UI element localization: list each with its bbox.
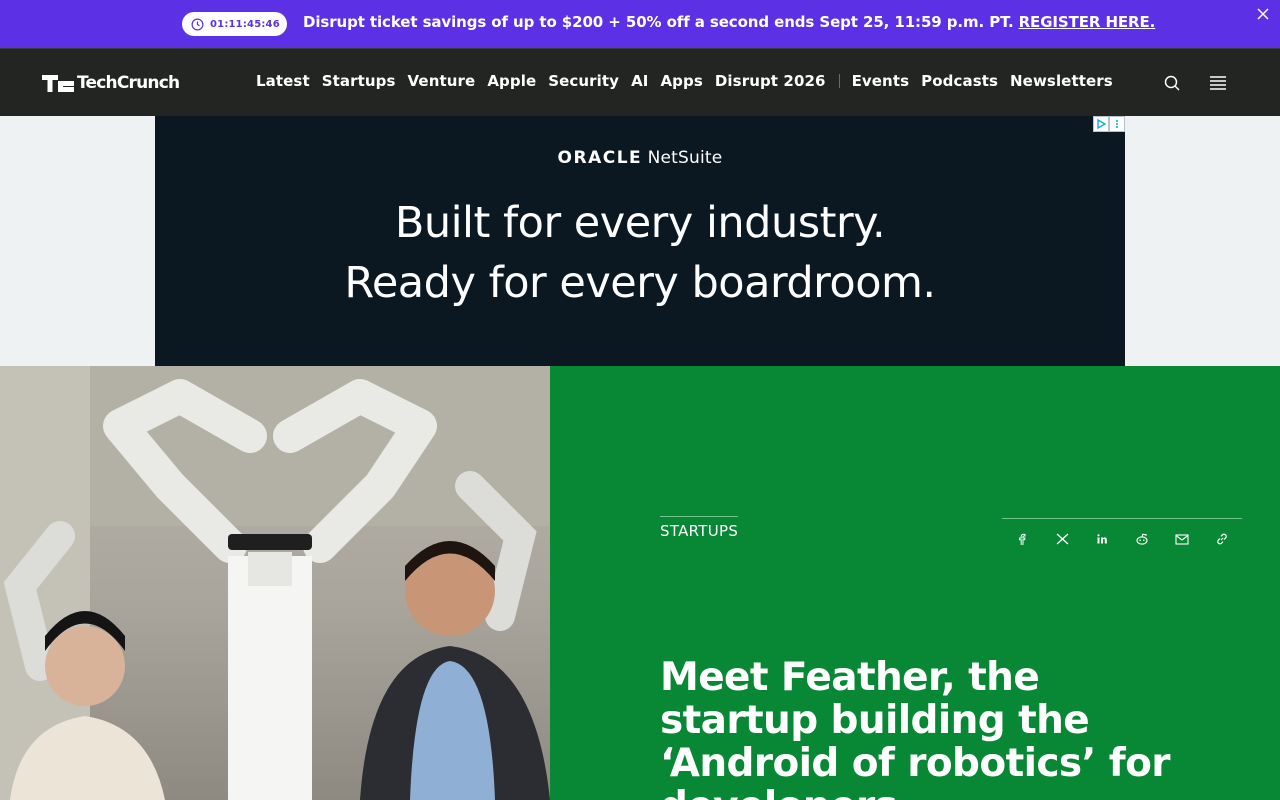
reddit-icon <box>1136 533 1148 545</box>
linkedin-icon <box>1097 534 1107 544</box>
nav-disrupt-2026[interactable]: Disrupt 2026 <box>715 72 826 90</box>
search-icon[interactable] <box>1163 74 1181 92</box>
ad-brand-netsuite: NetSuite <box>647 148 723 168</box>
robot-founders-illustration <box>0 366 550 800</box>
adchoices-icon[interactable] <box>1093 116 1109 132</box>
link-icon <box>1217 533 1227 545</box>
countdown-timer: 01:11:45:46 <box>210 18 280 30</box>
nav-podcasts[interactable]: Podcasts <box>921 72 998 90</box>
nav-apple[interactable]: Apple <box>487 72 536 90</box>
promo-text: Disrupt ticket savings of up to $200 + 5… <box>303 13 1155 31</box>
nav-latest[interactable]: Latest <box>256 72 310 90</box>
nav-ai[interactable]: AI <box>631 72 648 90</box>
promo-message: Disrupt ticket savings of up to $200 + 5… <box>303 13 1014 31</box>
nav-apps[interactable]: Apps <box>660 72 702 90</box>
close-icon[interactable] <box>1256 7 1270 21</box>
copy-link-button[interactable] <box>1202 531 1242 547</box>
share-linkedin-button[interactable] <box>1082 531 1122 547</box>
tc-logo-icon <box>42 74 74 92</box>
article-header-panel: STARTUPS Meet Feather, the startup build… <box>550 366 1280 800</box>
article-hero-image <box>0 366 550 800</box>
clock-icon <box>191 18 204 30</box>
nav-security[interactable]: Security <box>548 72 619 90</box>
logo-wordmark: TechCrunch <box>77 73 180 93</box>
nav-startups[interactable]: Startups <box>322 72 396 90</box>
hamburger-menu-icon[interactable] <box>1209 74 1227 92</box>
techcrunch-logo[interactable]: TechCrunch <box>42 73 180 93</box>
countdown-badge: 01:11:45:46 <box>182 12 287 36</box>
x-icon <box>1056 533 1068 545</box>
nav-newsletters[interactable]: Newsletters <box>1010 72 1113 90</box>
email-icon <box>1175 533 1189 545</box>
category-link[interactable]: STARTUPS <box>660 516 739 540</box>
share-reddit-button[interactable] <box>1122 531 1162 547</box>
facebook-icon <box>1019 533 1026 545</box>
nav-divider <box>838 74 840 88</box>
share-facebook-button[interactable] <box>1002 531 1042 547</box>
ad-options-icon[interactable] <box>1109 116 1125 132</box>
ad-headline-line1: Built for every industry. <box>394 198 886 248</box>
promo-banner: 01:11:45:46 Disrupt ticket savings of up… <box>0 0 1280 48</box>
ad-choices-badge[interactable] <box>1093 116 1125 132</box>
ad-headline-line2: Ready for every boardroom. <box>344 258 936 308</box>
share-x-button[interactable] <box>1042 531 1082 547</box>
main-nav: Latest Startups Venture Apple Security A… <box>256 72 1125 90</box>
nav-events[interactable]: Events <box>852 72 910 90</box>
advertisement-banner[interactable]: ORACLE NetSuite Built for every industry… <box>155 116 1125 366</box>
article-headline: Meet Feather, the startup building the ‘… <box>660 655 1171 800</box>
share-email-button[interactable] <box>1162 531 1202 547</box>
register-link[interactable]: REGISTER HERE. <box>1019 13 1156 31</box>
nav-venture[interactable]: Venture <box>408 72 476 90</box>
ad-brand-oracle: ORACLE <box>557 148 643 168</box>
site-header: TechCrunch Latest Startups Venture Apple… <box>0 48 1280 116</box>
oracle-netsuite-logo: ORACLE NetSuite <box>155 148 1125 168</box>
share-bar <box>1002 518 1242 547</box>
